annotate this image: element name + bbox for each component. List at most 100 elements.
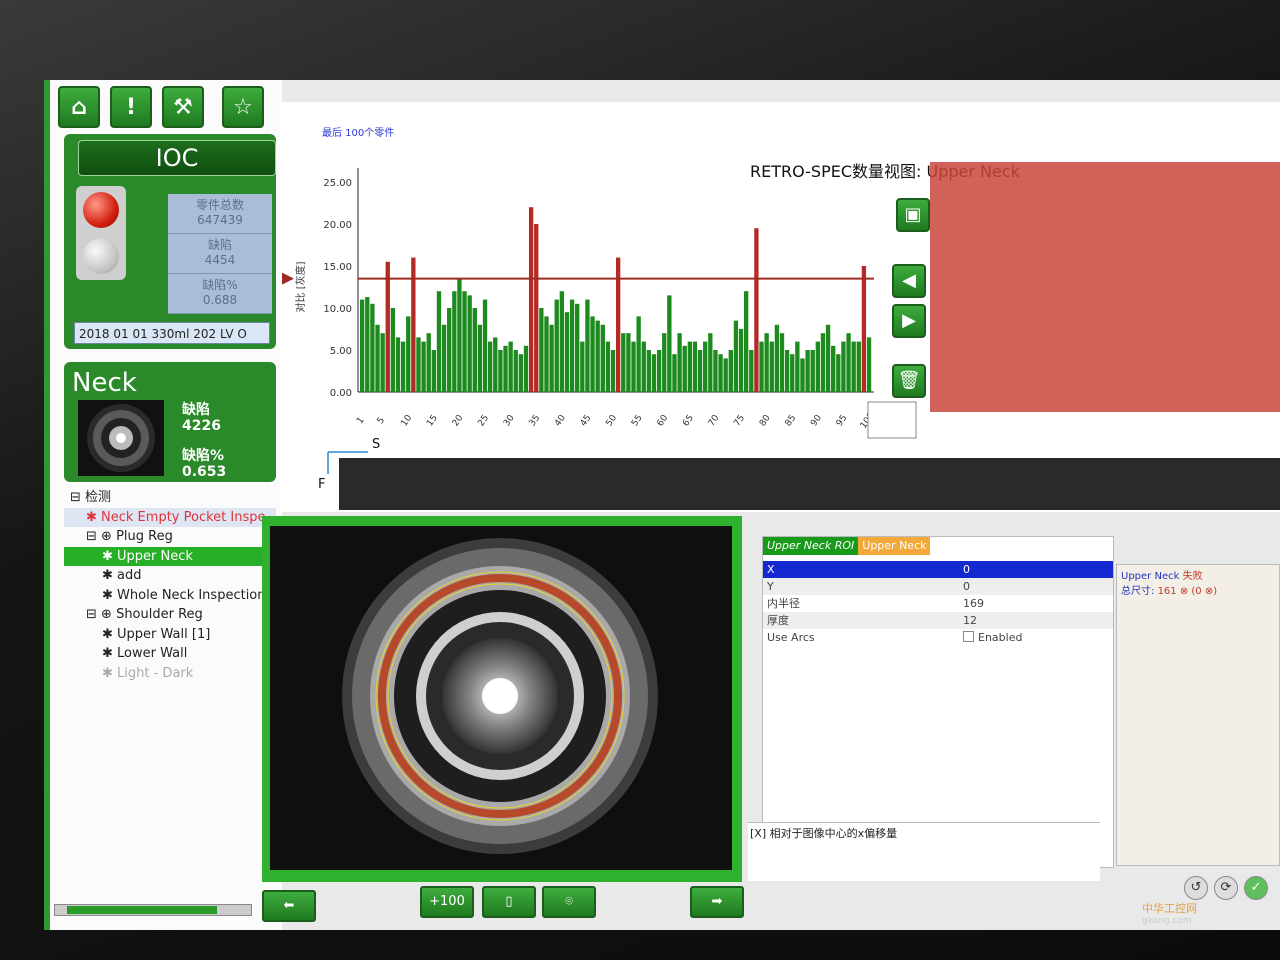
- star-icon[interactable]: ☆: [222, 86, 264, 128]
- prop-row-y[interactable]: Y 0: [763, 578, 1113, 595]
- x-tick-label: 65: [681, 413, 696, 428]
- home-icon[interactable]: ⌂: [58, 86, 100, 128]
- tree-item[interactable]: ✱ Neck Empty Pocket Inspe: [64, 507, 276, 527]
- chart-bar: [488, 341, 493, 392]
- prop-value: 12: [963, 614, 977, 627]
- chart-bar: [554, 299, 559, 392]
- chart-bar: [636, 316, 641, 392]
- chart-bar: [795, 341, 800, 392]
- tab-upper-neck-roi[interactable]: Upper Neck ROI: [763, 537, 859, 555]
- chart-bar: [375, 324, 380, 392]
- chart-bar: [866, 337, 872, 392]
- stat-label: 缺陷: [207, 238, 232, 252]
- chart-bar: [641, 341, 646, 392]
- prop-row-use-arcs[interactable]: Use Arcs Enabled: [763, 629, 1113, 646]
- tree-item[interactable]: ✱ add: [64, 566, 276, 586]
- chart-bar: [667, 295, 672, 392]
- inspection-image[interactable]: [270, 526, 732, 870]
- neck-panel[interactable]: Neck 缺陷 4226 缺陷% 0.653: [64, 362, 276, 482]
- undo-icon[interactable]: ↺: [1184, 876, 1208, 900]
- corner-controls: ↺ ⟳ ✓: [1184, 876, 1268, 900]
- wrench-icon[interactable]: ⚒: [162, 86, 204, 128]
- x-tick-label: 35: [528, 413, 543, 428]
- right-arrow-icon[interactable]: ▶: [892, 304, 926, 338]
- bar-chart[interactable]: 25.00 20.00 15.00 10.00 5.00 0.00 对比 [灰度] 1 5 10 1…: [280, 102, 1280, 512]
- tree-item[interactable]: ⊟ ⊕ Plug Reg: [64, 527, 276, 547]
- chart-bar: [672, 354, 677, 392]
- y-tick-label: 15.00: [323, 262, 352, 273]
- chart-bar: [539, 308, 544, 392]
- chart-bar: [677, 333, 682, 392]
- tree-item[interactable]: ✱ Upper Neck: [64, 546, 276, 566]
- tree-item[interactable]: ⊟ ⊕ Shoulder Reg: [64, 605, 276, 625]
- tree-item-label: Shoulder Reg: [116, 607, 203, 622]
- chart-bar: [569, 299, 575, 392]
- tree-item[interactable]: ✱ Lower Wall: [64, 644, 276, 664]
- chart-bar: [380, 333, 385, 392]
- chart-bar: [585, 299, 590, 392]
- tree-item-label: Lower Wall: [117, 646, 188, 661]
- defect-value: 4226: [182, 418, 221, 434]
- chart-bar: [513, 350, 518, 392]
- chart-bar: [544, 316, 549, 392]
- chart-bar: [656, 350, 662, 392]
- left-panel: ⌂ ! ⚒ ☆ IOC 零件总数 647439 缺陷 4454 缺陷% 0.68…: [44, 80, 282, 930]
- chart-bar: [426, 333, 431, 392]
- alert-icon[interactable]: !: [110, 86, 152, 128]
- chart-bar: [708, 333, 713, 392]
- left-arrow-icon[interactable]: ◀: [892, 264, 926, 298]
- chart-bar: [436, 291, 442, 392]
- stat-defect-pct: 缺陷% 0.688: [168, 274, 272, 314]
- camera-icon[interactable]: ⌾: [542, 886, 596, 918]
- ioc-title-button[interactable]: IOC: [78, 140, 276, 176]
- tree-item[interactable]: ✱ Whole Neck Inspection: [64, 586, 276, 606]
- chart-bar: [406, 316, 411, 392]
- refresh-icon[interactable]: ⟳: [1214, 876, 1238, 900]
- chart-bar: [477, 324, 483, 392]
- chart-bar: [493, 337, 498, 392]
- tree-scrollbar[interactable]: [54, 904, 252, 916]
- x-tick-label: 30: [502, 413, 517, 428]
- chart-bar: [805, 350, 810, 392]
- next-button[interactable]: ➡: [690, 886, 744, 918]
- chart-bar: [651, 354, 657, 392]
- chart-bar: [595, 320, 600, 392]
- chart-bar: [457, 278, 462, 392]
- x-tick-label: 10: [400, 413, 415, 428]
- prev-button[interactable]: ⬅: [262, 890, 316, 922]
- tree-item[interactable]: ✱ Upper Wall [1]: [64, 625, 276, 645]
- top-toolbar: ⌂ ! ⚒ ☆: [58, 86, 264, 128]
- props-tabs: Upper Neck ROI Upper Neck: [763, 537, 931, 555]
- chart-bar: [610, 350, 616, 392]
- x-tick-label: 80: [758, 413, 773, 428]
- checkbox-icon[interactable]: [963, 631, 974, 642]
- video-icon[interactable]: ▯: [482, 886, 536, 918]
- trash-icon[interactable]: 🗑: [892, 364, 926, 398]
- chart-bar: [523, 345, 529, 392]
- chart-bar: [831, 345, 836, 392]
- x-tick-label: 70: [707, 413, 722, 428]
- save-icon[interactable]: ▣: [896, 198, 930, 232]
- prop-value: 0: [963, 563, 970, 576]
- chart-bar: [846, 333, 851, 392]
- chart-bar: [733, 320, 739, 392]
- check-icon[interactable]: ✓: [1244, 876, 1268, 900]
- tab-upper-neck[interactable]: Upper Neck: [858, 537, 931, 555]
- chart-bar: [769, 341, 774, 392]
- prop-row-x[interactable]: X 0: [763, 561, 1113, 578]
- tree-item[interactable]: ✱ Light - Dark: [64, 664, 276, 684]
- chart-bar: [692, 341, 698, 392]
- prop-row-thickness[interactable]: 厚度 12: [763, 612, 1113, 629]
- prop-row-inner-radius[interactable]: 内半径 169: [763, 595, 1113, 612]
- chart-bar: [749, 350, 754, 392]
- lot-selector[interactable]: 2018 01 01 330ml 202 LV O: [74, 322, 270, 344]
- chart-bar: [518, 354, 524, 392]
- stat-value: 0.688: [202, 293, 238, 307]
- chart-bar: [400, 341, 406, 392]
- chart-bar: [452, 291, 457, 392]
- ioc-stats: 零件总数 647439 缺陷 4454 缺陷% 0.688: [168, 194, 272, 318]
- plus100-button[interactable]: +100: [420, 886, 474, 918]
- mini-chart-icon: [867, 401, 917, 439]
- tree-item[interactable]: ⊟ 检测: [64, 488, 276, 508]
- x-tick-label: 95: [835, 413, 850, 428]
